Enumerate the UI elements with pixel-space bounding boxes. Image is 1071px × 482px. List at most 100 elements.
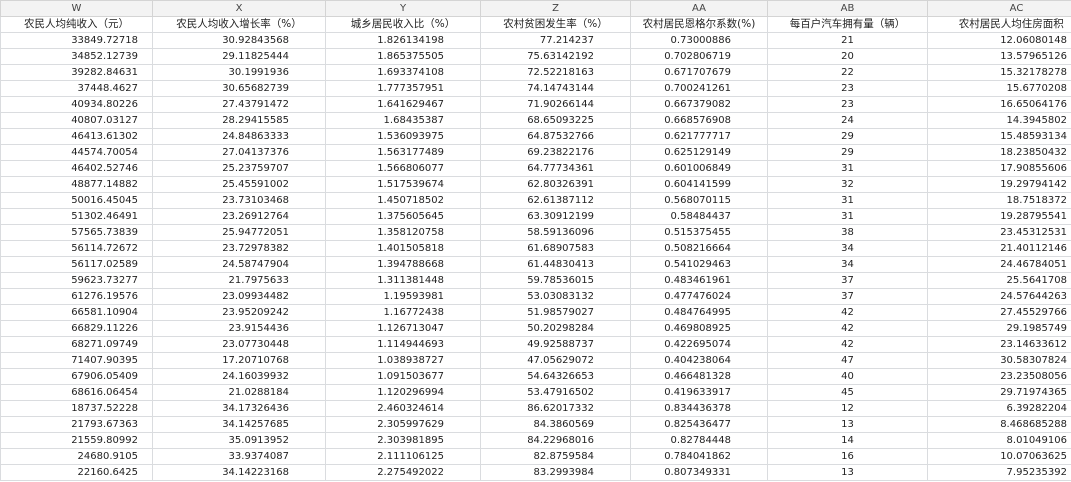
cell-income[interactable]: 21559.80992: [0, 432, 153, 449]
cell-housing-area[interactable]: 27.45529766: [927, 304, 1071, 321]
cell-housing-area[interactable]: 21.40112146: [927, 240, 1071, 257]
header-cell-income[interactable]: 农民人均纯收入（元）: [0, 16, 153, 33]
cell-income-growth[interactable]: 35.0913952: [152, 432, 326, 449]
cell-poverty-rate[interactable]: 64.87532766: [480, 128, 631, 145]
cell-housing-area[interactable]: 24.46784051: [927, 256, 1071, 273]
cell-income[interactable]: 37448.4627: [0, 80, 153, 97]
cell-cars-per-100[interactable]: 47: [767, 352, 928, 369]
cell-urban-rural-ratio[interactable]: 1.401505818: [325, 240, 481, 257]
header-cell-cars-per-100[interactable]: 每百户汽车拥有量（辆）: [767, 16, 928, 33]
cell-income-growth[interactable]: 23.72978382: [152, 240, 326, 257]
cell-urban-rural-ratio[interactable]: 1.114944693: [325, 336, 481, 353]
cell-income[interactable]: 40807.03127: [0, 112, 153, 129]
cell-housing-area[interactable]: 7.95235392: [927, 464, 1071, 481]
cell-income-growth[interactable]: 34.14257685: [152, 416, 326, 433]
cell-poverty-rate[interactable]: 58.59136096: [480, 224, 631, 241]
cell-poverty-rate[interactable]: 71.90266144: [480, 96, 631, 113]
cell-cars-per-100[interactable]: 21: [767, 32, 928, 49]
cell-cars-per-100[interactable]: 34: [767, 256, 928, 273]
cell-income[interactable]: 51302.46491: [0, 208, 153, 225]
cell-income-growth[interactable]: 27.43791472: [152, 96, 326, 113]
cell-cars-per-100[interactable]: 20: [767, 48, 928, 65]
cell-income-growth[interactable]: 23.73103468: [152, 192, 326, 209]
cell-cars-per-100[interactable]: 34: [767, 240, 928, 257]
cell-poverty-rate[interactable]: 53.47916502: [480, 384, 631, 401]
cell-income[interactable]: 46413.61302: [0, 128, 153, 145]
cell-urban-rural-ratio[interactable]: 2.275492022: [325, 464, 481, 481]
cell-income-growth[interactable]: 23.09934482: [152, 288, 326, 305]
column-header-y[interactable]: Y: [325, 0, 481, 17]
cell-poverty-rate[interactable]: 61.68907583: [480, 240, 631, 257]
cell-cars-per-100[interactable]: 13: [767, 464, 928, 481]
cell-poverty-rate[interactable]: 84.22968016: [480, 432, 631, 449]
header-cell-poverty-rate[interactable]: 农村贫困发生率（%）: [480, 16, 631, 33]
cell-engel-coefficient[interactable]: 0.825436477: [630, 416, 768, 433]
cell-engel-coefficient[interactable]: 0.82784448: [630, 432, 768, 449]
cell-urban-rural-ratio[interactable]: 1.358120758: [325, 224, 481, 241]
cell-engel-coefficient[interactable]: 0.700241261: [630, 80, 768, 97]
cell-housing-area[interactable]: 15.48593134: [927, 128, 1071, 145]
cell-urban-rural-ratio[interactable]: 1.19593981: [325, 288, 481, 305]
header-cell-urban-rural-ratio[interactable]: 城乡居民收入比（%）: [325, 16, 481, 33]
cell-urban-rural-ratio[interactable]: 1.517539674: [325, 176, 481, 193]
cell-cars-per-100[interactable]: 29: [767, 128, 928, 145]
cell-poverty-rate[interactable]: 61.44830413: [480, 256, 631, 273]
cell-engel-coefficient[interactable]: 0.508216664: [630, 240, 768, 257]
cell-poverty-rate[interactable]: 62.80326391: [480, 176, 631, 193]
column-header-x[interactable]: X: [152, 0, 326, 17]
cell-income-growth[interactable]: 17.20710768: [152, 352, 326, 369]
column-header-w[interactable]: W: [0, 0, 153, 17]
cell-poverty-rate[interactable]: 53.03083132: [480, 288, 631, 305]
cell-housing-area[interactable]: 14.3945802: [927, 112, 1071, 129]
column-header-ac[interactable]: AC: [927, 0, 1071, 17]
cell-income[interactable]: 68271.09749: [0, 336, 153, 353]
cell-income[interactable]: 44574.70054: [0, 144, 153, 161]
column-header-ab[interactable]: AB: [767, 0, 928, 17]
column-header-z[interactable]: Z: [480, 0, 631, 17]
cell-engel-coefficient[interactable]: 0.601006849: [630, 160, 768, 177]
cell-income-growth[interactable]: 24.16039932: [152, 368, 326, 385]
cell-income[interactable]: 66829.11226: [0, 320, 153, 337]
cell-income-growth[interactable]: 34.17326436: [152, 400, 326, 417]
cell-urban-rural-ratio[interactable]: 1.311381448: [325, 272, 481, 289]
cell-engel-coefficient[interactable]: 0.477476024: [630, 288, 768, 305]
cell-cars-per-100[interactable]: 45: [767, 384, 928, 401]
cell-income-growth[interactable]: 25.23759707: [152, 160, 326, 177]
cell-cars-per-100[interactable]: 40: [767, 368, 928, 385]
cell-urban-rural-ratio[interactable]: 1.375605645: [325, 208, 481, 225]
cell-urban-rural-ratio[interactable]: 1.563177489: [325, 144, 481, 161]
cell-income-growth[interactable]: 25.94772051: [152, 224, 326, 241]
cell-income-growth[interactable]: 21.7975633: [152, 272, 326, 289]
cell-urban-rural-ratio[interactable]: 2.460324614: [325, 400, 481, 417]
cell-engel-coefficient[interactable]: 0.702806719: [630, 48, 768, 65]
cell-cars-per-100[interactable]: 24: [767, 112, 928, 129]
cell-cars-per-100[interactable]: 16: [767, 448, 928, 465]
cell-housing-area[interactable]: 17.90855606: [927, 160, 1071, 177]
cell-income[interactable]: 22160.6425: [0, 464, 153, 481]
cell-income[interactable]: 46402.52746: [0, 160, 153, 177]
cell-poverty-rate[interactable]: 59.78536015: [480, 272, 631, 289]
cell-engel-coefficient[interactable]: 0.73000886: [630, 32, 768, 49]
cell-cars-per-100[interactable]: 37: [767, 272, 928, 289]
cell-poverty-rate[interactable]: 47.05629072: [480, 352, 631, 369]
cell-poverty-rate[interactable]: 49.92588737: [480, 336, 631, 353]
cell-engel-coefficient[interactable]: 0.625129149: [630, 144, 768, 161]
cell-poverty-rate[interactable]: 82.8759584: [480, 448, 631, 465]
cell-income[interactable]: 24680.9105: [0, 448, 153, 465]
cell-income[interactable]: 56114.72672: [0, 240, 153, 257]
cell-income[interactable]: 48877.14882: [0, 176, 153, 193]
cell-housing-area[interactable]: 29.71974365: [927, 384, 1071, 401]
cell-housing-area[interactable]: 30.58307824: [927, 352, 1071, 369]
cell-housing-area[interactable]: 10.07063625: [927, 448, 1071, 465]
cell-engel-coefficient[interactable]: 0.515375455: [630, 224, 768, 241]
cell-income[interactable]: 67906.05409: [0, 368, 153, 385]
header-cell-engel-coefficient[interactable]: 农村居民恩格尔系数(%): [630, 16, 768, 33]
cell-housing-area[interactable]: 13.57965126: [927, 48, 1071, 65]
cell-income[interactable]: 33849.72718: [0, 32, 153, 49]
cell-engel-coefficient[interactable]: 0.834436378: [630, 400, 768, 417]
cell-income[interactable]: 68616.06454: [0, 384, 153, 401]
cell-income[interactable]: 40934.80226: [0, 96, 153, 113]
cell-income-growth[interactable]: 28.29415585: [152, 112, 326, 129]
header-cell-income-growth[interactable]: 农民人均收入增长率（%）: [152, 16, 326, 33]
cell-urban-rural-ratio[interactable]: 2.111106125: [325, 448, 481, 465]
